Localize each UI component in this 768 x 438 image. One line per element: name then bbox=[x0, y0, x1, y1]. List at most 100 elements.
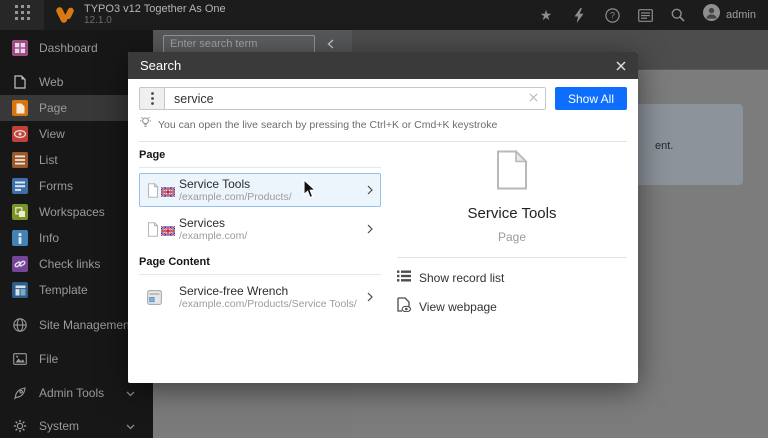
site-version: 12.1.0 bbox=[84, 15, 226, 26]
result-item-service-tools[interactable]: Service Tools /example.com/Products/ bbox=[139, 173, 381, 207]
avatar bbox=[703, 4, 720, 26]
result-path: /example.com/ bbox=[179, 230, 363, 242]
callout-text-fragment: ent. bbox=[655, 140, 673, 152]
result-texts: Service Tools /example.com/Products/ bbox=[179, 177, 363, 203]
sidebar-label: View bbox=[39, 127, 65, 141]
sidebar-label: Template bbox=[39, 283, 88, 297]
search-options-kebab-button[interactable] bbox=[139, 87, 165, 110]
typo3-backend: TYPO3 v12 Together As One 12.1.0 ★ ? bbox=[0, 0, 768, 438]
file-image-icon bbox=[12, 351, 28, 367]
info-module-icon bbox=[12, 230, 28, 246]
shortcut-hint: You can open the live search by pressing… bbox=[139, 116, 627, 134]
forms-module-icon bbox=[12, 178, 28, 194]
collapse-tree-icon[interactable] bbox=[327, 39, 334, 49]
site-name: TYPO3 v12 Together As One 12.1.0 bbox=[84, 4, 226, 26]
result-item-services[interactable]: Services /example.com/ bbox=[139, 212, 381, 246]
page-icon-large bbox=[496, 150, 528, 195]
help-icon[interactable]: ? bbox=[604, 7, 620, 23]
result-preview: Service Tools Page bbox=[397, 150, 627, 244]
sidebar-label: File bbox=[39, 352, 58, 366]
result-path: /example.com/Products/ bbox=[179, 191, 363, 203]
sidebar-label: Dashboard bbox=[39, 41, 98, 55]
action-view-webpage[interactable]: View webpage bbox=[397, 297, 627, 317]
sidebar-label: Site Management bbox=[39, 318, 133, 332]
sidebar-group-system[interactable]: System bbox=[0, 413, 153, 438]
result-icons bbox=[147, 222, 179, 237]
sidebar-label: Forms bbox=[39, 179, 73, 193]
workspaces-module-icon bbox=[12, 204, 28, 220]
clear-cache-bolt-icon[interactable] bbox=[571, 7, 587, 23]
modal-title: Search bbox=[140, 58, 181, 73]
content-element-icon bbox=[147, 290, 162, 305]
result-title: Service-free Wrench bbox=[179, 284, 363, 298]
modal-search-input[interactable] bbox=[165, 87, 546, 110]
close-icon[interactable] bbox=[616, 61, 626, 71]
rocket-icon bbox=[12, 385, 28, 401]
live-search-modal: Search bbox=[128, 52, 638, 383]
modal-header: Search bbox=[128, 52, 638, 79]
topbar-tools: ★ ? bbox=[538, 4, 768, 26]
chevron-down-icon bbox=[126, 384, 135, 402]
result-item-service-free-wrench[interactable]: Service-free Wrench /example.com/Product… bbox=[139, 280, 381, 314]
modal-body: Show All You can open the live search by… bbox=[128, 79, 638, 327]
clear-search-icon[interactable] bbox=[529, 93, 538, 102]
search-icon[interactable] bbox=[670, 7, 686, 23]
app-grid-icon bbox=[15, 5, 30, 25]
view-webpage-icon bbox=[397, 297, 411, 317]
modal-search-input-wrap bbox=[165, 87, 546, 110]
module-menu-toggle-button[interactable] bbox=[0, 0, 44, 30]
chevron-right-icon bbox=[363, 185, 373, 195]
topbar: TYPO3 v12 Together As One 12.1.0 ★ ? bbox=[0, 0, 768, 30]
action-label: View webpage bbox=[419, 300, 497, 314]
preview-title: Service Tools bbox=[397, 205, 627, 222]
results-column: Page bbox=[139, 142, 381, 327]
result-texts: Services /example.com/ bbox=[179, 216, 363, 242]
globe-icon bbox=[12, 317, 28, 333]
preview-type-label: Page bbox=[397, 230, 627, 244]
result-icons bbox=[147, 183, 179, 198]
section-title-page: Page bbox=[139, 149, 381, 161]
chevron-down-icon bbox=[126, 417, 135, 435]
results-layout: Page bbox=[139, 142, 627, 327]
chevron-right-icon bbox=[363, 292, 373, 302]
section-title-page-content: Page Content bbox=[139, 256, 381, 268]
result-path: /example.com/Products/Service Tools/ bbox=[179, 298, 363, 310]
show-all-button[interactable]: Show All bbox=[555, 87, 627, 110]
svg-text:?: ? bbox=[610, 10, 615, 20]
username-label: admin bbox=[726, 9, 756, 21]
typo3-logo-icon[interactable] bbox=[54, 4, 76, 26]
sidebar-label: System bbox=[39, 419, 79, 433]
uk-flag-icon bbox=[161, 187, 175, 197]
divider bbox=[139, 167, 381, 168]
sidebar-label: Info bbox=[39, 231, 59, 245]
action-label: Show record list bbox=[419, 271, 504, 285]
check-links-chain-icon bbox=[12, 256, 28, 272]
result-texts: Service-free Wrench /example.com/Product… bbox=[179, 284, 363, 310]
dashboard-icon bbox=[12, 40, 28, 56]
bookmarks-star-icon[interactable]: ★ bbox=[538, 7, 554, 23]
preview-column: Service Tools Page Show record list bbox=[397, 142, 627, 327]
user-menu[interactable]: admin bbox=[703, 4, 756, 26]
action-show-record-list[interactable]: Show record list bbox=[397, 269, 627, 287]
chevron-right-icon bbox=[363, 224, 373, 234]
page-module-icon bbox=[12, 100, 28, 116]
list-module-icon bbox=[12, 152, 28, 168]
result-title: Service Tools bbox=[179, 177, 363, 191]
sidebar-label: Workspaces bbox=[39, 205, 105, 219]
shortcut-hint-text: You can open the live search by pressing… bbox=[158, 119, 497, 131]
lightbulb-icon bbox=[139, 116, 152, 134]
record-list-icon bbox=[397, 269, 411, 287]
sidebar-label: Web bbox=[39, 75, 63, 89]
uk-flag-icon bbox=[161, 226, 175, 236]
template-module-icon bbox=[12, 282, 28, 298]
modal-search-row: Show All bbox=[139, 87, 627, 110]
sidebar-label: Page bbox=[39, 101, 67, 115]
gear-icon bbox=[12, 418, 28, 434]
system-information-icon[interactable] bbox=[637, 7, 653, 23]
tree-search-input[interactable] bbox=[163, 35, 315, 54]
result-icons bbox=[147, 290, 179, 305]
sidebar-group-admin-tools[interactable]: Admin Tools bbox=[0, 380, 153, 406]
sidebar-label: Check links bbox=[39, 257, 100, 271]
divider bbox=[139, 274, 381, 275]
result-title: Services bbox=[179, 216, 363, 230]
